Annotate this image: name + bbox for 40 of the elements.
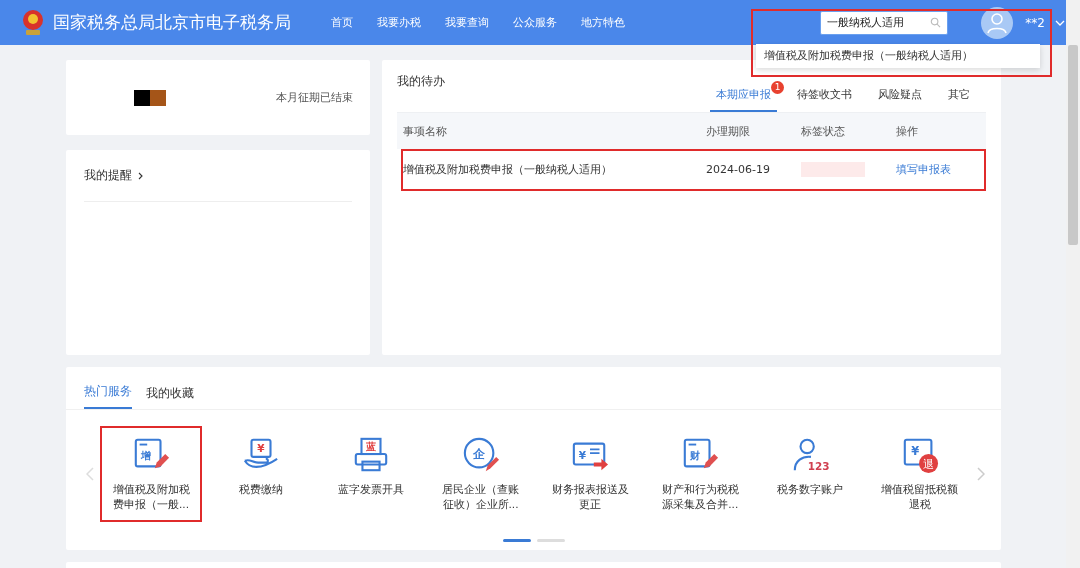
table-cell-text: 2024-06-19 — [706, 162, 771, 176]
emblem-icon — [20, 7, 46, 38]
nav-link[interactable]: 公众服务 — [513, 15, 557, 30]
tab[interactable]: 其它 — [942, 83, 976, 110]
nav-link[interactable]: 我要办税 — [377, 15, 421, 30]
chevron-down-icon[interactable] — [1055, 19, 1065, 26]
service-item[interactable]: ¥ 财务报表报送及更正 — [541, 428, 640, 520]
search-field[interactable]: 一般纳税人适用 — [820, 10, 949, 35]
nav-link[interactable]: 首页 — [331, 15, 353, 30]
nav-link[interactable]: 地方特色 — [581, 15, 625, 30]
tab[interactable]: 待签收文书 — [791, 83, 858, 110]
column-header: 事项名称 — [403, 123, 448, 139]
site-title: 国家税务总局北京市电子税务局 — [53, 11, 292, 34]
user-name[interactable]: **2 — [1025, 15, 1045, 30]
service-item[interactable]: ¥ 税费缴纳 — [211, 428, 310, 520]
column-header: 办理期限 — [706, 123, 751, 139]
column-header: 标签状态 — [801, 123, 846, 139]
service-item[interactable]: 123 税务数字账户 — [761, 428, 860, 520]
nav-link[interactable]: 我要查询 — [445, 15, 489, 30]
tab[interactable]: 热门服务 — [84, 383, 132, 409]
chevron-right-icon[interactable] — [138, 171, 143, 180]
service-item[interactable]: 增 增值税及附加税费申报（一般... — [102, 428, 200, 520]
search-icon — [930, 17, 942, 28]
reminder-link[interactable]: 我的提醒 — [84, 167, 132, 184]
page-indicator[interactable] — [502, 539, 531, 542]
card-title: 我的待办 — [397, 73, 445, 90]
service-item[interactable]: 财 财产和行为税税源采集及合并... — [651, 428, 750, 520]
period-status: 本月征期已结束 — [276, 90, 353, 105]
service-item[interactable]: 企 居民企业（查账征收）企业所... — [431, 428, 530, 520]
service-item[interactable]: 蓝 蓝字发票开具 — [321, 428, 420, 520]
table-cell-text: 增值税及附加税费申报（一般纳税人适用） — [403, 161, 613, 177]
count-badge: 1 — [771, 81, 784, 94]
fill-form-link[interactable]: 填写申报表 — [896, 161, 951, 177]
suggestion-item[interactable]: 增值税及附加税费申报（一般纳税人适用） — [756, 43, 1041, 68]
redaction-block — [134, 89, 166, 106]
service-item[interactable]: ¥ 退 增值税留抵税额退税 — [870, 428, 969, 520]
tab[interactable]: 我的收藏 — [146, 385, 194, 409]
column-header: 操作 — [896, 123, 918, 139]
avatar-icon[interactable] — [981, 6, 1014, 39]
tab[interactable]: 风险疑点 — [872, 83, 928, 110]
